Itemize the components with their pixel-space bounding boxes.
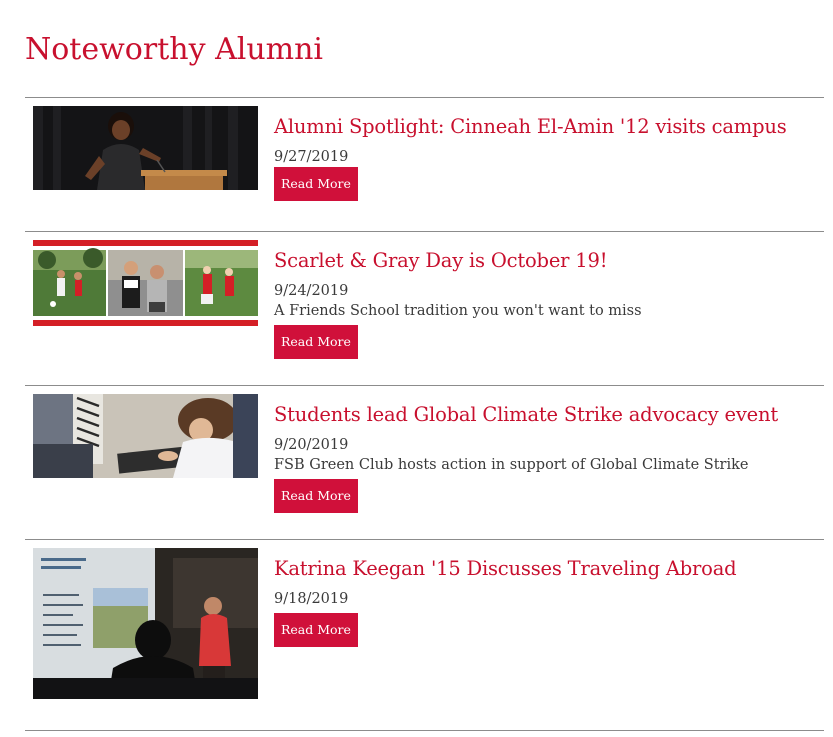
news-item: Students lead Global Climate Strike advo… <box>25 386 824 539</box>
news-item: Katrina Keegan '15 Discusses Traveling A… <box>25 540 824 730</box>
news-thumbnail-students-writing[interactable] <box>33 394 258 478</box>
news-headline[interactable]: Alumni Spotlight: Cinneah El-Amin '12 vi… <box>274 113 819 141</box>
news-date: 9/27/2019 <box>274 149 349 165</box>
read-more-button[interactable]: Read More <box>274 479 358 513</box>
news-headline[interactable]: Katrina Keegan '15 Discusses Traveling A… <box>274 555 819 583</box>
news-date: 9/24/2019 <box>274 283 349 299</box>
read-more-button[interactable]: Read More <box>274 613 358 647</box>
news-thumbnail-scarlet-gray[interactable] <box>33 240 258 326</box>
news-date: 9/20/2019 <box>274 437 349 453</box>
news-headline[interactable]: Scarlet & Gray Day is October 19! <box>274 247 819 275</box>
news-text: Scarlet & Gray Day is October 19! 9/24/2… <box>274 247 819 359</box>
news-item: Alumni Spotlight: Cinneah El-Amin '12 vi… <box>25 98 824 231</box>
page-title: Noteworthy Alumni <box>25 32 324 67</box>
news-item: Scarlet & Gray Day is October 19! 9/24/2… <box>25 232 824 385</box>
news-headline[interactable]: Students lead Global Climate Strike advo… <box>274 401 819 429</box>
read-more-button[interactable]: Read More <box>274 325 358 359</box>
news-list: Alumni Spotlight: Cinneah El-Amin '12 vi… <box>25 97 824 731</box>
news-date: 9/18/2019 <box>274 591 349 607</box>
news-thumbnail-presentation[interactable] <box>33 548 258 699</box>
news-text: Katrina Keegan '15 Discusses Traveling A… <box>274 555 819 647</box>
read-more-button[interactable]: Read More <box>274 167 358 201</box>
news-summary: FSB Green Club hosts action in support o… <box>274 457 749 473</box>
news-thumbnail-speaker[interactable] <box>33 106 258 190</box>
divider <box>25 730 824 731</box>
news-text: Alumni Spotlight: Cinneah El-Amin '12 vi… <box>274 113 819 201</box>
news-summary: A Friends School tradition you won't wan… <box>274 303 642 319</box>
news-text: Students lead Global Climate Strike advo… <box>274 401 819 513</box>
